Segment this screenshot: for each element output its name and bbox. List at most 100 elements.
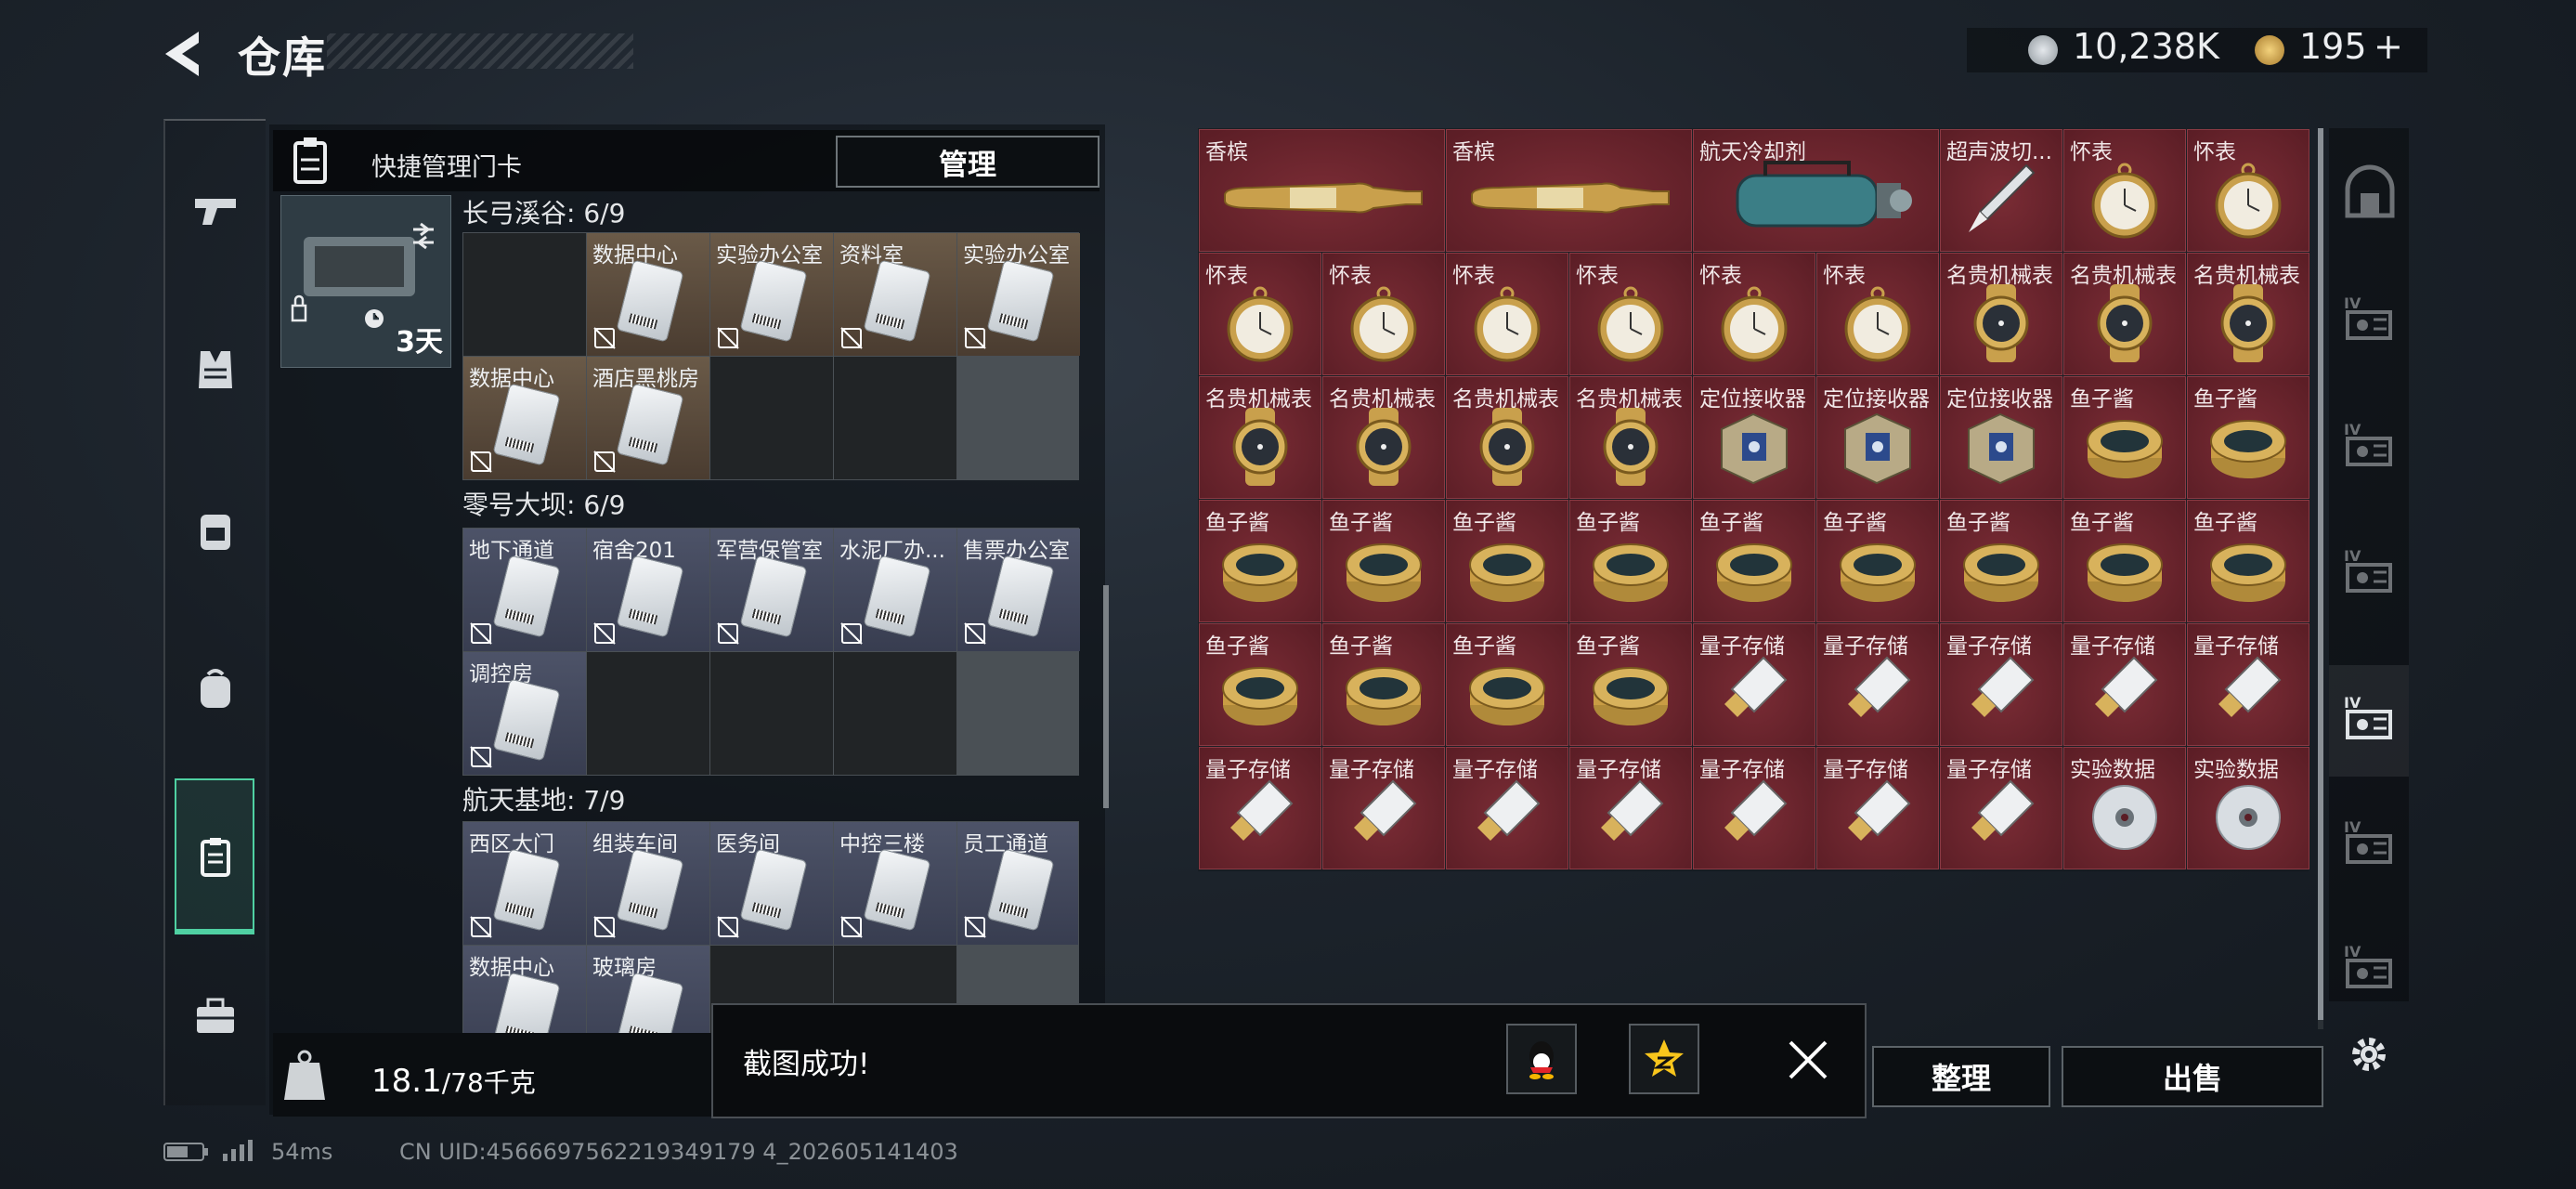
inventory-item[interactable]: 量子存储	[1940, 747, 2062, 869]
inventory-item[interactable]: 超声波切...	[1940, 129, 2062, 252]
back-arrow-icon[interactable]	[158, 26, 212, 82]
inventory-item[interactable]: 怀表	[1693, 253, 1815, 375]
inventory-item[interactable]: 怀表	[1816, 253, 1939, 375]
keycard-slot[interactable]: 组装车间	[587, 822, 709, 945]
inventory-item[interactable]: 名贵机械表	[1569, 376, 1692, 499]
inventory-item[interactable]: 怀表	[2063, 129, 2186, 252]
keycard-slot[interactable]: 西区大门	[463, 822, 586, 945]
keycard-slot[interactable]: 玻璃房	[587, 946, 709, 1038]
inventory-item[interactable]: 量子存储	[2187, 623, 2309, 746]
inventory-item[interactable]: 鱼子酱	[1940, 500, 2062, 622]
keycard-slot[interactable]: 水泥厂办...	[834, 529, 956, 651]
inventory-item[interactable]: 定位接收器	[1940, 376, 2062, 499]
inventory-scrollbar[interactable]	[2318, 128, 2323, 1029]
storage-case-4-icon[interactable]: IV	[2335, 284, 2405, 355]
qzone-share-button[interactable]	[1629, 1024, 1699, 1094]
inventory-item[interactable]: 怀表	[1446, 253, 1568, 375]
keycard-slot[interactable]	[587, 652, 709, 775]
inventory-item[interactable]: 量子存储	[1199, 747, 1321, 869]
inventory-item[interactable]: 量子存储	[1693, 623, 1815, 746]
keycard-slot[interactable]	[463, 233, 586, 356]
inventory-item[interactable]: 鱼子酱	[1322, 500, 1445, 622]
keycard-slot[interactable]: 军营保管室	[710, 529, 833, 651]
inventory-item[interactable]: 名贵机械表	[1446, 376, 1568, 499]
pistol-icon[interactable]	[176, 171, 254, 249]
inventory-item[interactable]: 怀表	[1322, 253, 1445, 375]
inventory-item[interactable]: 名贵机械表	[2063, 253, 2186, 375]
inventory-item[interactable]: 鱼子酱	[2063, 500, 2186, 622]
backpack-icon[interactable]	[176, 650, 254, 728]
inventory-item[interactable]: 鱼子酱	[2187, 500, 2309, 622]
inventory-item[interactable]: 量子存储	[1446, 747, 1568, 869]
keycard-slot[interactable]: 数据中心	[587, 233, 709, 356]
inventory-item[interactable]: 量子存储	[1569, 747, 1692, 869]
keycard-scrollbar[interactable]	[1103, 585, 1109, 808]
inventory-item[interactable]: 量子存储	[1816, 747, 1939, 869]
inventory-item[interactable]: 怀表	[1569, 253, 1692, 375]
backpack-rig-icon[interactable]	[176, 492, 254, 570]
storage-case-4-icon[interactable]: IV	[2335, 537, 2405, 608]
sell-button[interactable]: 出售	[2062, 1046, 2323, 1107]
inventory-item[interactable]: 量子存储	[1940, 623, 2062, 746]
sort-button[interactable]: 整理	[1872, 1046, 2050, 1107]
inventory-item[interactable]: 实验数据	[2063, 747, 2186, 869]
keycard-slot[interactable]: 员工通道	[957, 822, 1078, 945]
toolbox-icon[interactable]	[176, 977, 254, 1055]
inventory-item[interactable]: 航天冷却剂	[1693, 129, 1939, 252]
manage-button[interactable]: 管理	[836, 136, 1099, 188]
keycard-slot[interactable]	[834, 357, 956, 479]
keycard-slot[interactable]: 医务间	[710, 822, 833, 945]
keycard-slot[interactable]: 数据中心	[463, 357, 586, 479]
keycard-slot[interactable]: 实验办公室	[710, 233, 833, 356]
inventory-item[interactable]: 鱼子酱	[2063, 376, 2186, 499]
inventory-item[interactable]: 量子存储	[1693, 747, 1815, 869]
settings-gear-icon[interactable]	[2342, 1027, 2396, 1081]
vault-icon[interactable]	[2335, 158, 2405, 229]
inventory-item[interactable]: 香槟	[1446, 129, 1692, 252]
inventory-item[interactable]: 怀表	[1199, 253, 1321, 375]
inventory-item[interactable]: 鱼子酱	[1569, 500, 1692, 622]
inventory-item[interactable]: 鱼子酱	[1199, 500, 1321, 622]
inventory-item[interactable]: 鱼子酱	[1569, 623, 1692, 746]
storage-case-4-icon[interactable]: IV	[2335, 933, 2405, 1003]
inventory-item[interactable]: 实验数据	[2187, 747, 2309, 869]
keycard-slot[interactable]	[710, 652, 833, 775]
keycard-slot[interactable]: 调控房	[463, 652, 586, 775]
inventory-item[interactable]: 香槟	[1199, 129, 1445, 252]
keycard-slot[interactable]: 宿舍201	[587, 529, 709, 651]
inventory-item[interactable]: 怀表	[2187, 129, 2309, 252]
inventory-item[interactable]: 量子存储	[1322, 747, 1445, 869]
keycard-slot[interactable]	[710, 357, 833, 479]
inventory-item[interactable]: 名贵机械表	[1322, 376, 1445, 499]
inventory-item[interactable]: 鱼子酱	[1693, 500, 1815, 622]
keycard-slot[interactable]: 资料室	[834, 233, 956, 356]
inventory-item[interactable]: 鱼子酱	[1446, 623, 1568, 746]
inventory-item[interactable]: 鱼子酱	[2187, 376, 2309, 499]
inventory-item[interactable]: 名贵机械表	[2187, 253, 2309, 375]
close-icon[interactable]	[1785, 1037, 1831, 1083]
keycard-case-slot[interactable]: 3天	[280, 195, 451, 368]
inventory-item[interactable]: 量子存储	[2063, 623, 2186, 746]
inventory-item[interactable]: 定位接收器	[1693, 376, 1815, 499]
keycard-slot[interactable]	[834, 652, 956, 775]
storage-case-4-icon[interactable]: IV	[2335, 411, 2405, 481]
storage-case-4-icon[interactable]: IV	[2335, 808, 2405, 879]
inventory-item[interactable]: 鱼子酱	[1816, 500, 1939, 622]
keycard-slot[interactable]: 售票办公室	[957, 529, 1080, 651]
inventory-item[interactable]: 鱼子酱	[1322, 623, 1445, 746]
keycard-slot[interactable]: 酒店黑桃房	[587, 357, 709, 479]
keycard-slot[interactable]: 地下通道	[463, 529, 586, 651]
keycard-holder-icon[interactable]	[176, 817, 254, 895]
keycard-slot[interactable]: 实验办公室	[957, 233, 1080, 356]
inventory-item[interactable]: 量子存储	[1816, 623, 1939, 746]
inventory-item[interactable]: 鱼子酱	[1199, 623, 1321, 746]
armor-vest-icon[interactable]	[176, 331, 254, 409]
inventory-item[interactable]: 鱼子酱	[1446, 500, 1568, 622]
keycard-slot[interactable]: 数据中心	[463, 946, 586, 1038]
inventory-item[interactable]: 名贵机械表	[1940, 253, 2062, 375]
storage-case-4-icon[interactable]: IV	[2335, 684, 2405, 754]
inventory-item[interactable]: 定位接收器	[1816, 376, 1939, 499]
add-currency-button[interactable]: +	[2374, 26, 2403, 67]
keycard-slot[interactable]: 中控三楼	[834, 822, 956, 945]
qq-share-button[interactable]	[1506, 1024, 1577, 1094]
